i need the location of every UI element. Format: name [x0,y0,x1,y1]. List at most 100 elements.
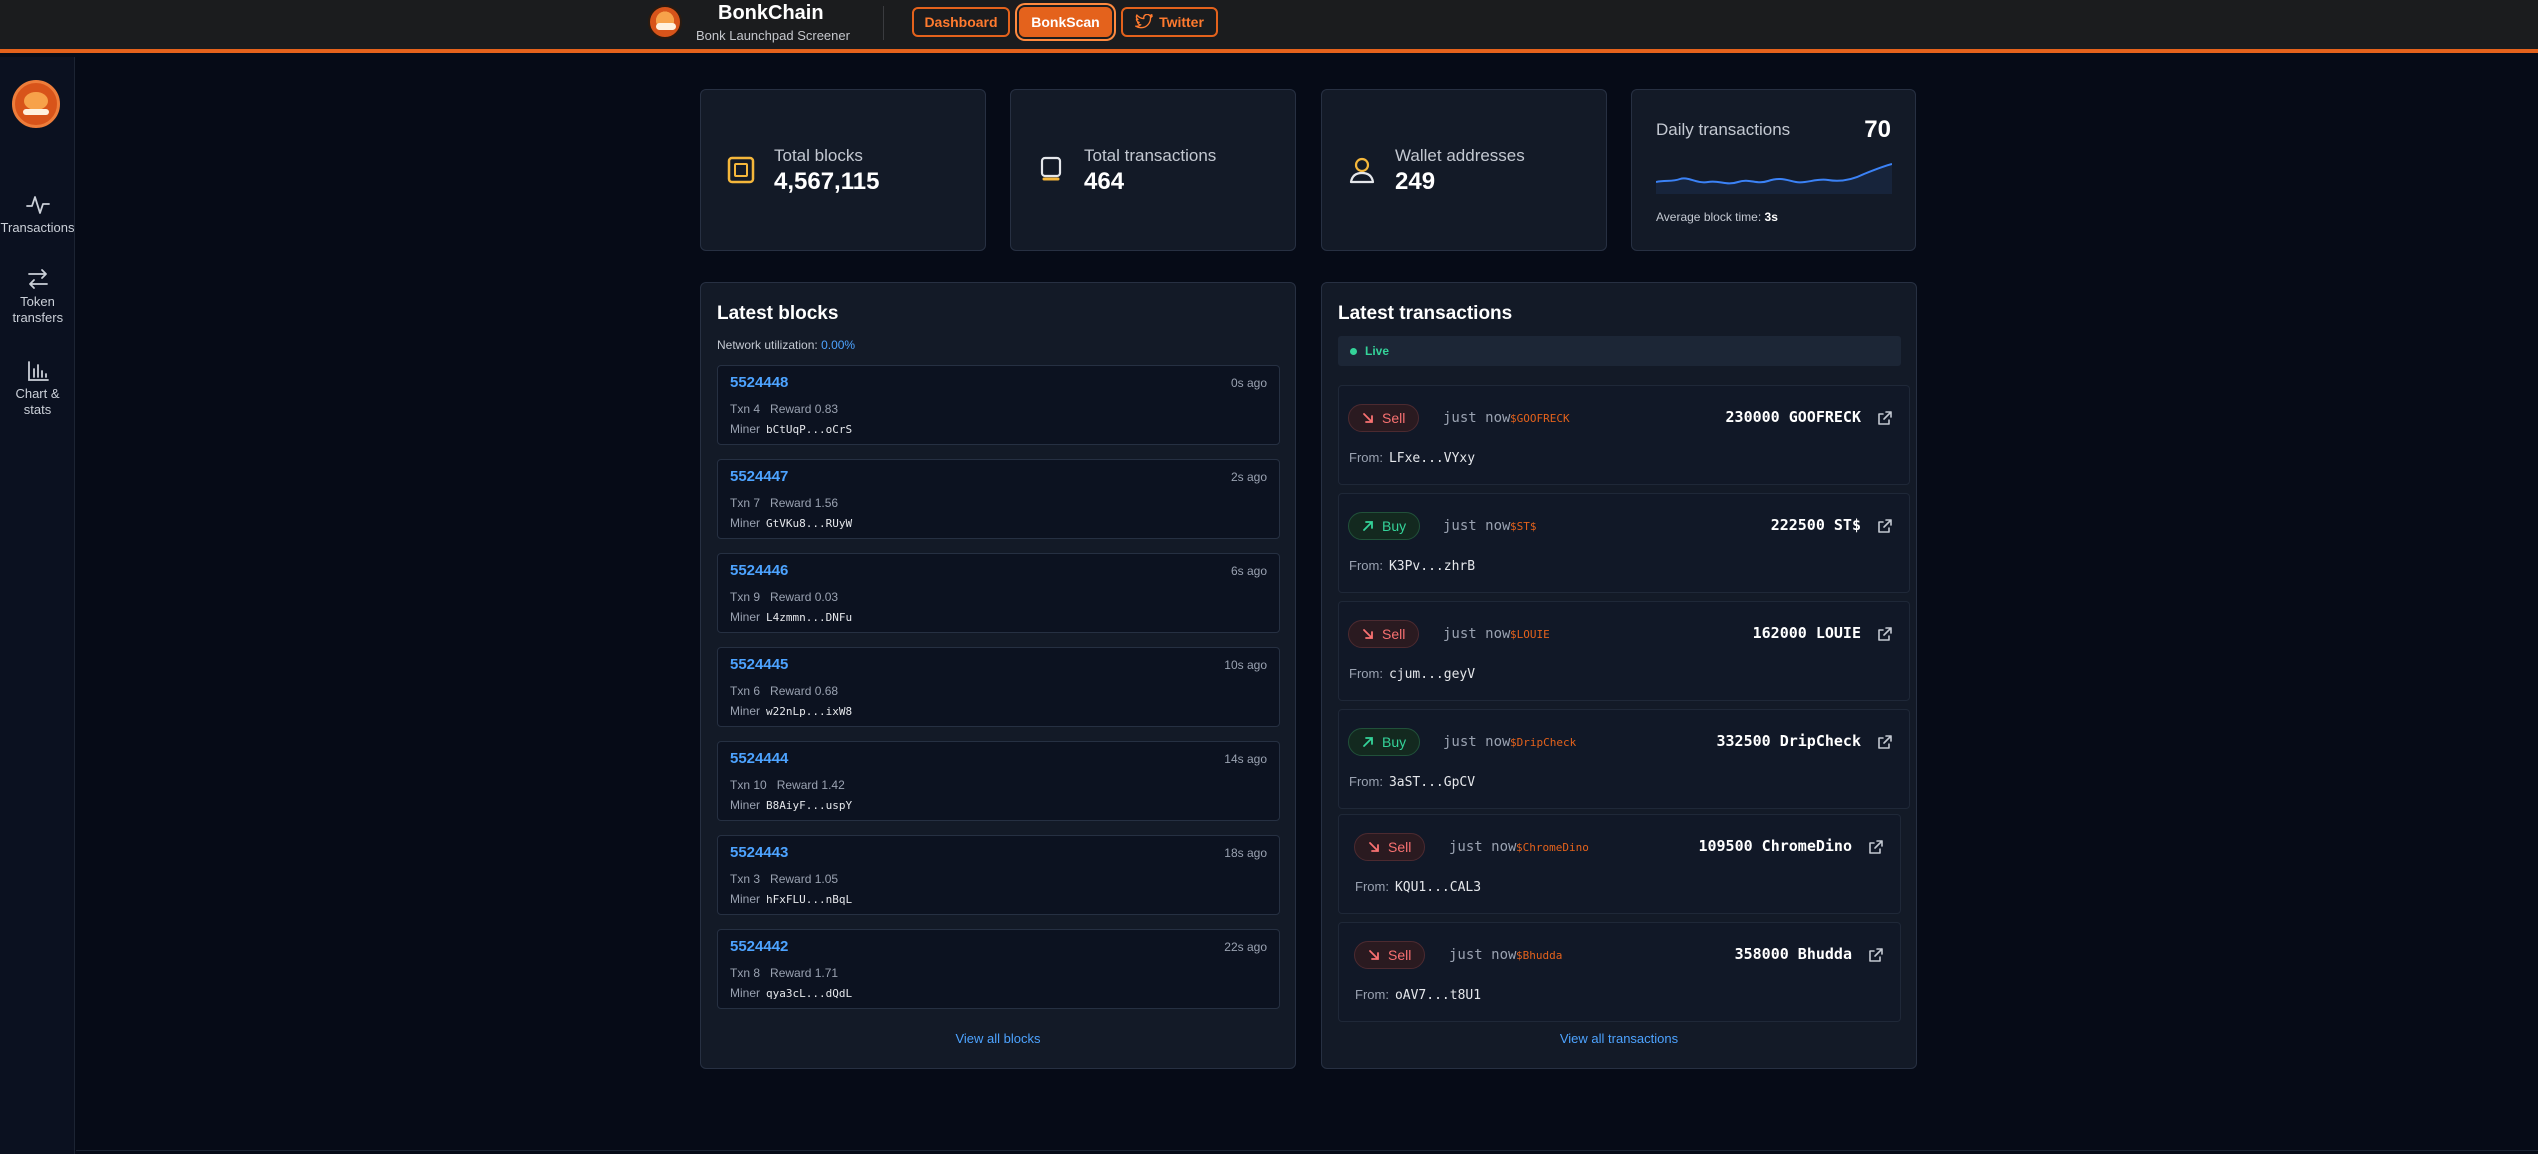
transaction-time: just now [1443,410,1511,426]
block-row[interactable]: 5524443 18s ago Txn 3 Reward 1.05 Miner hFxFL… [717,835,1280,915]
token-symbol-link[interactable]: $DripCheck [1510,736,1576,749]
miner-label: Miner [730,610,761,624]
bonkscan-label: BonkScan [1031,14,1100,30]
block-row[interactable]: 5524447 2s ago Txn 7 Reward 1.56 Miner GtVKu8… [717,459,1280,539]
txn-count: 10 [753,778,767,792]
bar-chart-icon [27,361,49,381]
token-symbol-link[interactable]: $Bhudda [1516,949,1562,962]
top-bar: BonkChain Bonk Launchpad Screener Dashbo… [0,0,2538,53]
transaction-time: just now [1443,626,1511,642]
view-all-blocks-link[interactable]: View all blocks [701,1031,1295,1046]
block-number-link[interactable]: 5524444 [730,750,788,767]
block-number-link[interactable]: 5524446 [730,562,788,579]
transaction-row[interactable]: Sell just now $Bhudda 358000 Bhudda From: oAV… [1338,922,1901,1022]
block-row[interactable]: 5524448 0s ago Txn 4 Reward 0.83 Miner bCtUqP… [717,365,1280,445]
txn-label: Txn [730,590,751,604]
transaction-row[interactable]: Buy just now $DripCheck 332500 DripCheck Fro… [1338,709,1910,809]
block-age: 10s ago [1224,658,1267,672]
txn-label: Txn [730,966,751,980]
from-label: From: [1355,879,1389,894]
external-link-icon[interactable] [1877,626,1893,642]
total-blocks-card: Total blocks 4,567,115 [700,89,986,251]
from-address-link[interactable]: 3aST...GpCV [1389,775,1475,790]
block-row[interactable]: 5524445 10s ago Txn 6 Reward 0.68 Miner w22nL… [717,647,1280,727]
external-link-icon[interactable] [1877,734,1893,750]
miner-address-link[interactable]: hFxFLU...nBqL [766,893,852,906]
block-age: 14s ago [1224,752,1267,766]
miner-address-link[interactable]: GtVKu8...RUyW [766,517,852,530]
side-label: Sell [1382,410,1406,426]
from-address-link[interactable]: oAV7...t8U1 [1395,988,1481,1003]
block-row[interactable]: 5524444 14s ago Txn 10 Reward 1.42 Miner B8Ai… [717,741,1280,821]
from-address-link[interactable]: K3Pv...zhrB [1389,559,1475,574]
sidebar-item-transactions[interactable]: Transactions [0,194,75,236]
arrow-down-right-icon [1363,629,1373,639]
transaction-row[interactable]: Sell just now $GOOFRECK 230000 GOOFRECK From… [1338,385,1910,485]
external-link-icon[interactable] [1877,410,1893,426]
sidebar-item-token-transfers[interactable]: Token transfers [0,268,75,326]
dashboard-button[interactable]: Dashboard [912,7,1010,37]
block-row[interactable]: 5524446 6s ago Txn 9 Reward 0.03 Miner L4zmmn… [717,553,1280,633]
transaction-amount: 332500 DripCheck [1716,732,1862,750]
sidebar-logo-icon[interactable] [12,80,60,128]
block-number-link[interactable]: 5524445 [730,656,788,673]
miner-address-link[interactable]: w22nLp...ixW8 [766,705,852,718]
external-link-icon[interactable] [1877,518,1893,534]
wallet-addresses-value: 249 [1395,168,1436,195]
stat-label: Total blocks [774,146,863,165]
from-address-link[interactable]: cjum...geyV [1389,667,1475,682]
from-address-link[interactable]: KQU1...CAL3 [1395,880,1481,895]
arrows-swap-icon [27,269,48,289]
transaction-row[interactable]: Buy just now $ST$ 222500 ST$ From: K3Pv...zhr… [1338,493,1910,593]
sell-badge: Sell [1354,941,1426,969]
block-number-link[interactable]: 5524447 [730,468,788,485]
reward-label: Reward [770,872,812,886]
activity-icon [25,196,50,214]
block-meta: Txn 9 Reward 0.03 [730,590,838,604]
buy-badge: Buy [1348,728,1421,756]
from-address-link[interactable]: LFxe...VYxy [1389,451,1475,466]
transaction-row[interactable]: Sell just now $LOUIE 162000 LOUIE From: cjum.… [1338,601,1910,701]
miner-address-link[interactable]: qya3cL...dQdL [766,987,852,1000]
token-symbol-link[interactable]: $GOOFRECK [1510,412,1570,425]
transaction-time: just now [1449,947,1517,963]
side-label: Sell [1382,626,1406,642]
bonk-logo-icon[interactable] [648,5,682,39]
wallet-addresses-card: Wallet addresses 249 [1321,89,1607,251]
transaction-row[interactable]: Sell just now $ChromeDino 109500 ChromeDino… [1338,814,1901,914]
bonkscan-button[interactable]: BonkScan [1019,7,1112,37]
from-label: From: [1349,774,1383,789]
miner-address-link[interactable]: L4zmmn...DNFu [766,611,852,624]
arrow-up-right-icon [1363,737,1373,747]
footer-divider [76,1150,2538,1151]
transaction-from: From: K3Pv...zhrB [1349,558,1475,574]
external-link-icon[interactable] [1868,839,1884,855]
app-title[interactable]: BonkChain [718,2,824,25]
view-all-transactions-link[interactable]: View all transactions [1322,1031,1916,1046]
block-number-link[interactable]: 5524442 [730,938,788,955]
transaction-time: just now [1449,839,1517,855]
block-icon [727,156,755,184]
average-block-time: Average block time: 3s [1656,210,1778,224]
transaction-amount: 109500 ChromeDino [1698,837,1852,855]
twitter-icon [1135,14,1153,29]
arrow-up-right-icon [1363,521,1373,531]
sell-badge: Sell [1348,620,1420,648]
external-link-icon[interactable] [1868,947,1884,963]
latest-transactions-title: Latest transactions [1338,303,1513,324]
sidebar-item-chart-stats[interactable]: Chart & stats [0,360,75,418]
token-symbol-link[interactable]: $ChromeDino [1516,841,1589,854]
block-number-link[interactable]: 5524448 [730,374,788,391]
miner-address-link[interactable]: bCtUqP...oCrS [766,423,852,436]
twitter-button[interactable]: Twitter [1121,7,1218,37]
token-symbol-link[interactable]: $LOUIE [1510,628,1550,641]
transaction-from: From: KQU1...CAL3 [1355,879,1481,895]
block-number-link[interactable]: 5524443 [730,844,788,861]
from-label: From: [1349,450,1383,465]
token-symbol-link[interactable]: $ST$ [1510,520,1537,533]
reward-value: 0.68 [814,684,839,698]
miner-address-link[interactable]: B8AiyF...uspY [766,799,852,812]
block-row[interactable]: 5524442 22s ago Txn 8 Reward 1.71 Miner qya3c… [717,929,1280,1009]
txn-count: 8 [753,966,761,980]
block-miner: Miner hFxFLU...nBqL [730,892,852,906]
